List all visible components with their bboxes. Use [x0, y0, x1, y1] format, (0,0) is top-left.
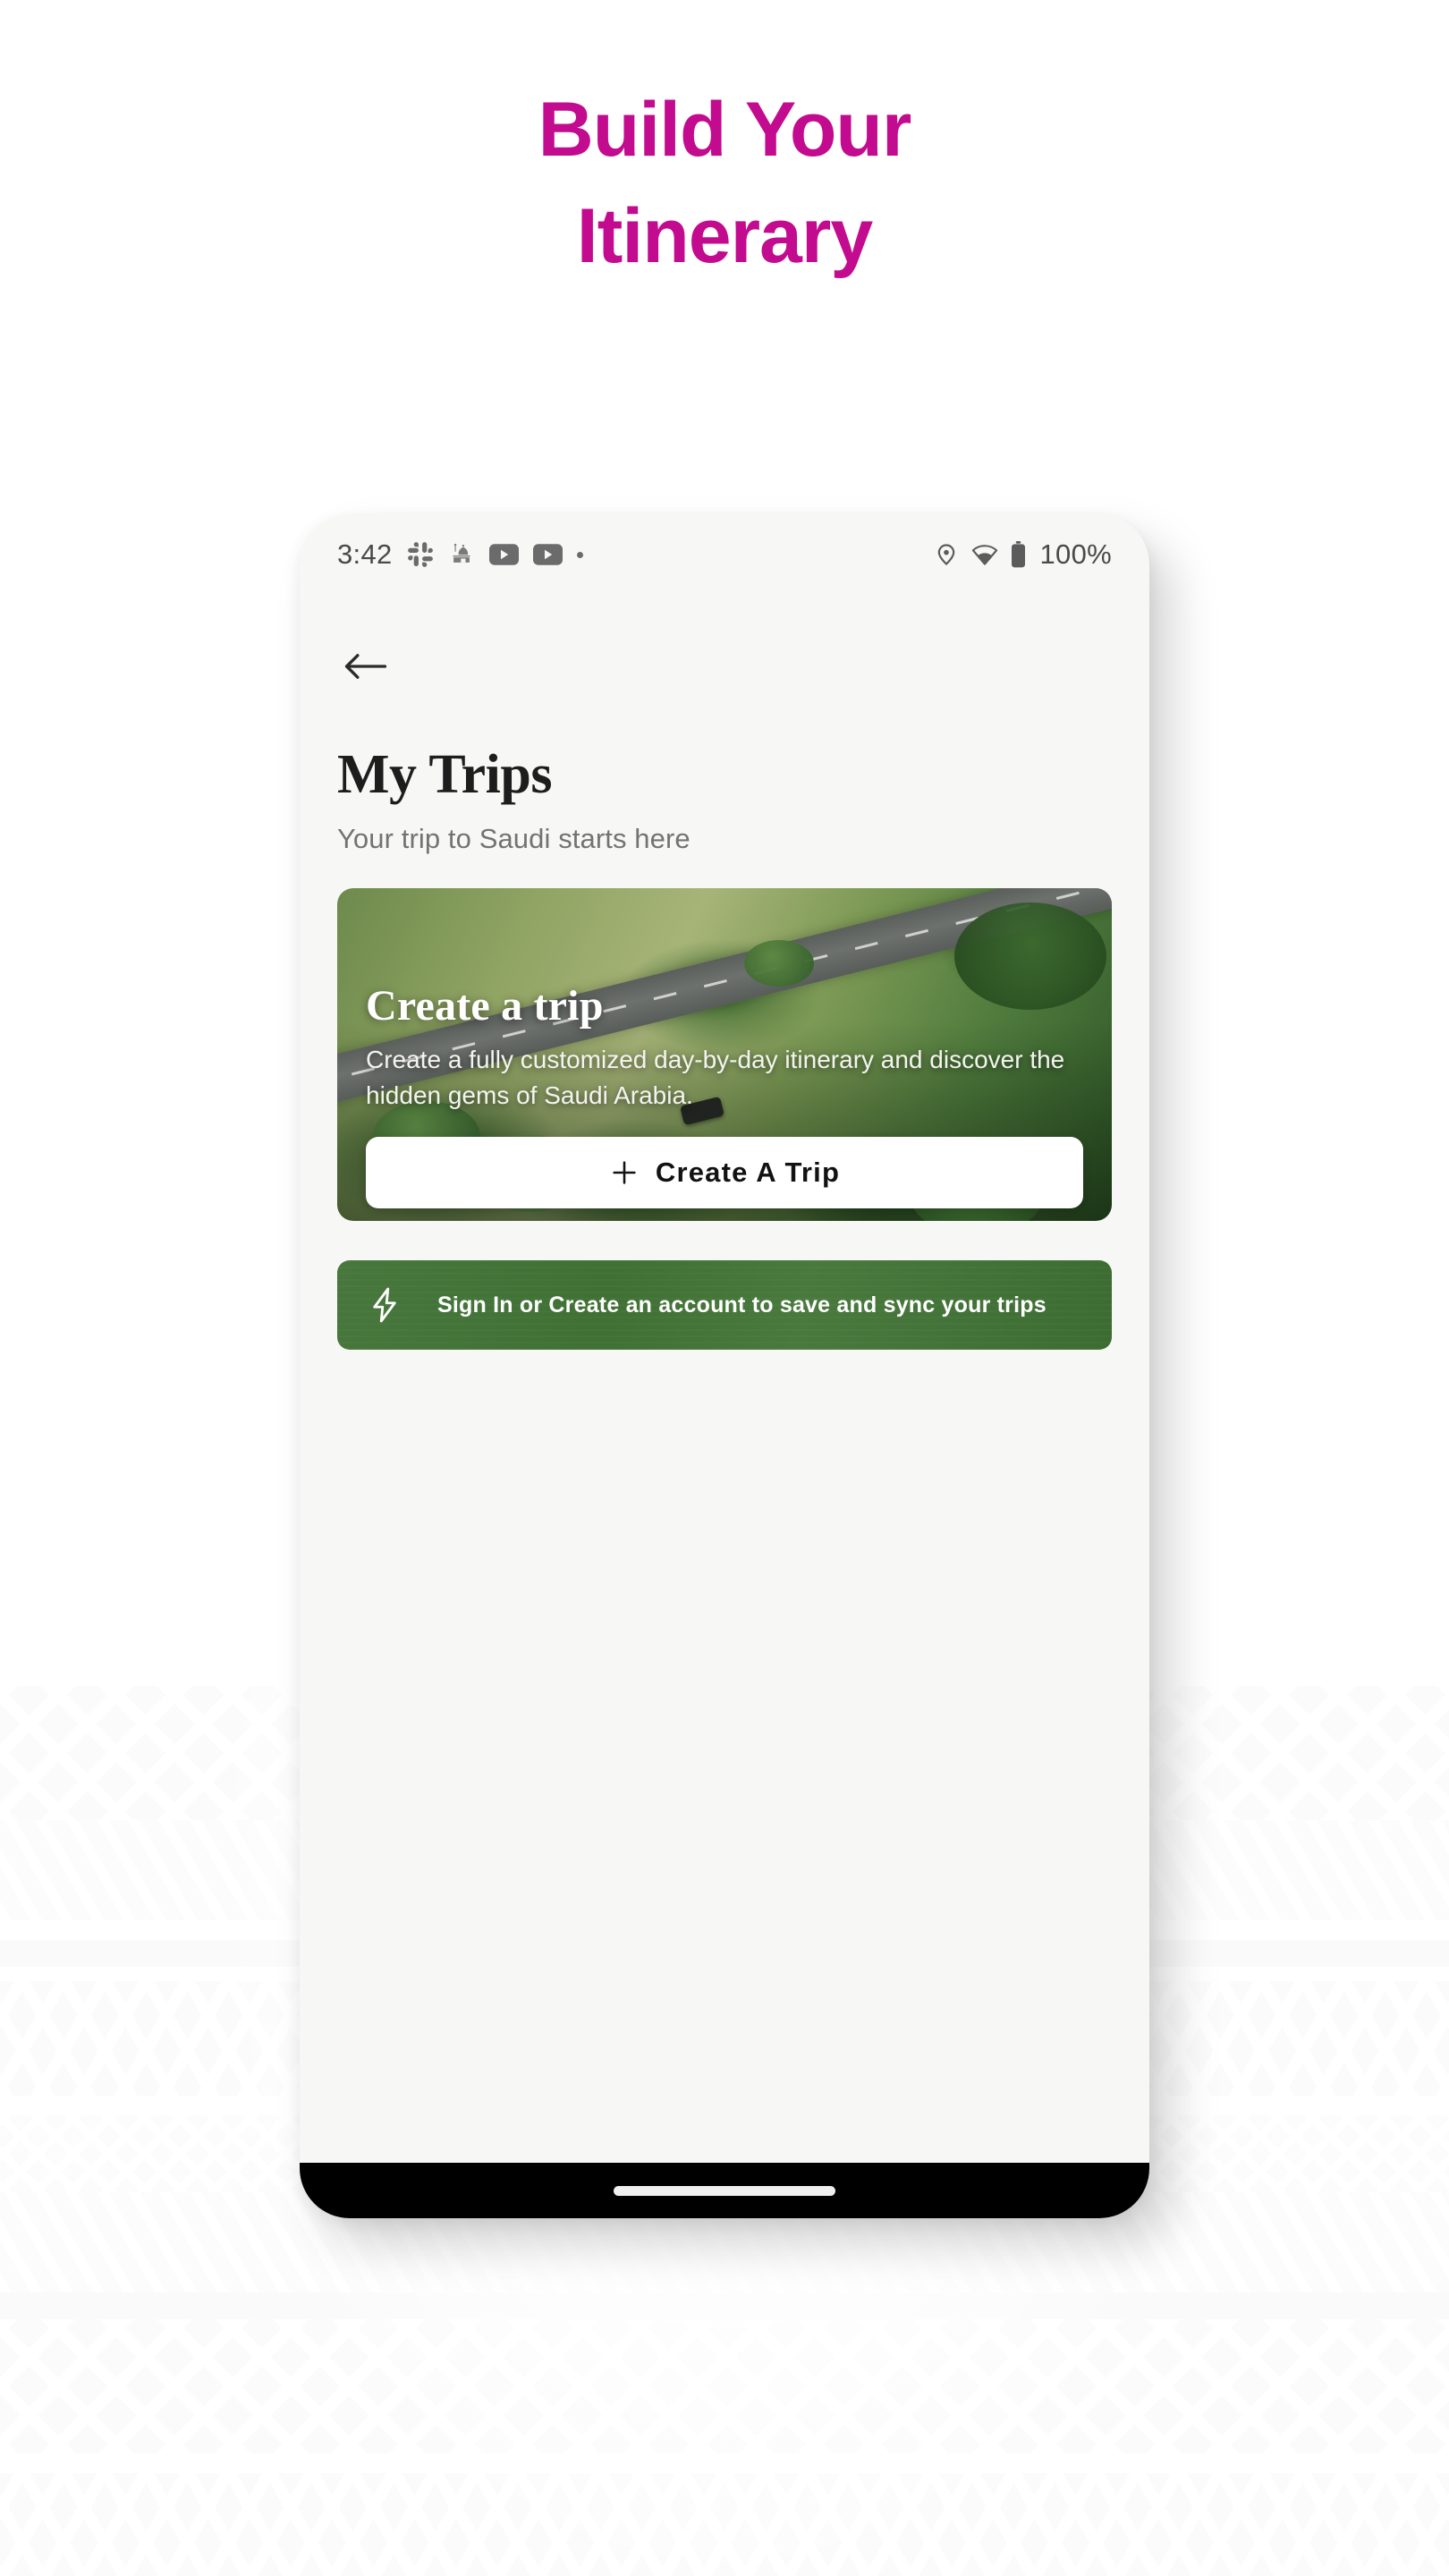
youtube-icon [488, 544, 519, 565]
headline-line-1: Build Your [538, 87, 912, 173]
status-bar: 3:42 100% [300, 514, 1149, 595]
create-trip-card[interactable]: Create a trip Create a fully customized … [337, 888, 1112, 1221]
lightning-bolt-icon [368, 1286, 402, 1324]
mosque-icon [448, 541, 475, 568]
signin-banner[interactable]: Sign In or Create an account to save and… [337, 1260, 1112, 1350]
youtube-icon [532, 544, 563, 565]
plus-icon [613, 1161, 636, 1184]
dot-icon [576, 551, 583, 558]
tree-graphic [954, 902, 1106, 1010]
status-bar-right: 100% [934, 538, 1113, 571]
slack-icon [407, 541, 434, 568]
tree-graphic [744, 940, 814, 987]
back-button[interactable] [337, 638, 394, 695]
signin-banner-label: Sign In or Create an account to save and… [437, 1292, 1046, 1318]
screenshot-stage: Build Your Itinerary 3:42 100% My Trips … [0, 0, 1449, 2576]
system-nav-bar [300, 2163, 1149, 2218]
card-description: Create a fully customized day-by-day iti… [366, 1046, 1065, 1109]
headline-line-2: Itinerary [576, 192, 873, 279]
arrow-left-icon [344, 654, 387, 679]
page-headline: Build Your Itinerary [0, 86, 1449, 281]
status-time: 3:42 [337, 538, 393, 570]
page-subtitle: Your trip to Saudi starts here [337, 823, 691, 854]
home-indicator[interactable] [614, 2185, 835, 2196]
wifi-icon [971, 541, 998, 568]
location-pin-icon [934, 542, 959, 567]
status-bar-left: 3:42 [337, 538, 583, 571]
create-a-trip-button-label: Create A Trip [655, 1157, 841, 1188]
battery-percentage: 100% [1039, 538, 1112, 570]
phone-mockup: 3:42 100% My Trips Your trip to Saudi st… [300, 514, 1149, 2218]
create-a-trip-button[interactable]: Create A Trip [366, 1137, 1083, 1208]
battery-icon [1011, 541, 1026, 568]
page-title: My Trips [337, 744, 553, 805]
card-title: Create a trip [366, 982, 604, 1030]
